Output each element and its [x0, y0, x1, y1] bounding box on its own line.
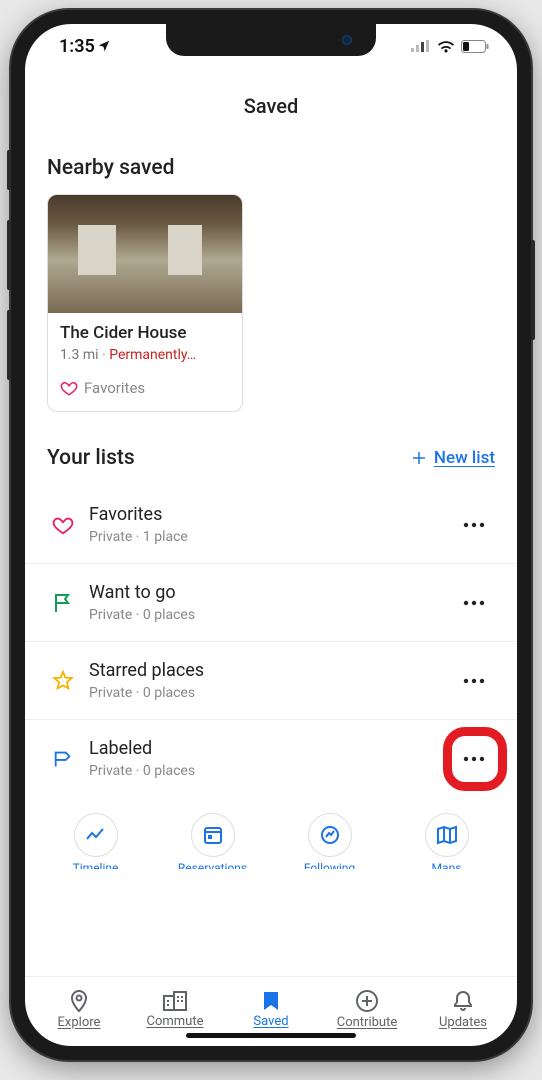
place-name: The Cider House	[60, 323, 230, 343]
home-indicator[interactable]	[186, 1033, 356, 1038]
nav-commute[interactable]: Commute	[127, 990, 223, 1029]
heart-icon	[43, 514, 83, 536]
more-horiz-icon	[463, 756, 485, 762]
list-title: Want to go	[89, 582, 463, 603]
chip-reservations[interactable]: Reservations	[160, 809, 265, 873]
plus-circle-icon	[355, 989, 379, 1013]
more-button[interactable]	[463, 756, 495, 762]
chip-maps[interactable]: Maps	[394, 809, 499, 873]
list-favorites[interactable]: Favorites Private · 1 place	[25, 486, 517, 564]
nearby-saved-title: Nearby saved	[25, 148, 517, 194]
your-lists-title: Your lists	[47, 446, 135, 470]
nav-explore[interactable]: Explore	[31, 989, 127, 1030]
list-subtitle: Private · 0 places	[89, 607, 463, 623]
list-starred[interactable]: Starred places Private · 0 places	[25, 642, 517, 720]
list-subtitle: Private · 1 place	[89, 529, 463, 545]
status-time: 1:35	[59, 36, 95, 57]
cell-signal-icon	[411, 40, 431, 52]
nav-saved[interactable]: Saved	[223, 990, 319, 1029]
wifi-icon	[437, 40, 455, 53]
more-horiz-icon	[463, 522, 485, 528]
place-favorite-tag: Favorites	[60, 379, 230, 397]
more-button[interactable]	[463, 678, 495, 684]
place-image	[48, 195, 242, 313]
battery-icon	[461, 40, 489, 53]
heart-icon	[60, 379, 78, 397]
list-title: Labeled	[89, 738, 463, 759]
bookmark-icon	[262, 990, 280, 1012]
list-labeled[interactable]: Labeled Private · 0 places	[25, 720, 517, 797]
nav-updates[interactable]: Updates	[415, 989, 511, 1030]
location-arrow-icon	[97, 39, 111, 53]
more-button[interactable]	[463, 600, 495, 606]
more-button[interactable]	[463, 522, 495, 528]
trend-icon	[85, 827, 107, 843]
page-title: Saved	[25, 68, 517, 148]
more-horiz-icon	[463, 600, 485, 606]
list-subtitle: Private · 0 places	[89, 685, 463, 701]
list-title: Favorites	[89, 504, 463, 525]
chip-following[interactable]: Following	[277, 809, 382, 873]
list-title: Starred places	[89, 660, 463, 681]
pin-icon	[68, 989, 90, 1013]
buildings-icon	[162, 990, 188, 1012]
list-want-to-go[interactable]: Want to go Private · 0 places	[25, 564, 517, 642]
star-icon	[43, 670, 83, 692]
nearby-saved-card[interactable]: The Cider House 1.3 mi · Permanently… Fa…	[47, 194, 243, 412]
place-subtitle: 1.3 mi · Permanently…	[60, 347, 230, 363]
label-icon	[43, 748, 83, 770]
plus-icon	[410, 449, 428, 467]
flag-icon	[43, 592, 83, 614]
chip-timeline[interactable]: Timeline	[43, 809, 148, 873]
list-subtitle: Private · 0 places	[89, 763, 463, 779]
map-icon	[436, 825, 458, 845]
following-icon	[319, 824, 341, 846]
bell-icon	[452, 989, 474, 1013]
calendar-icon	[203, 825, 223, 845]
nav-contribute[interactable]: Contribute	[319, 989, 415, 1030]
more-horiz-icon	[463, 678, 485, 684]
new-list-button[interactable]: New list	[410, 448, 495, 468]
